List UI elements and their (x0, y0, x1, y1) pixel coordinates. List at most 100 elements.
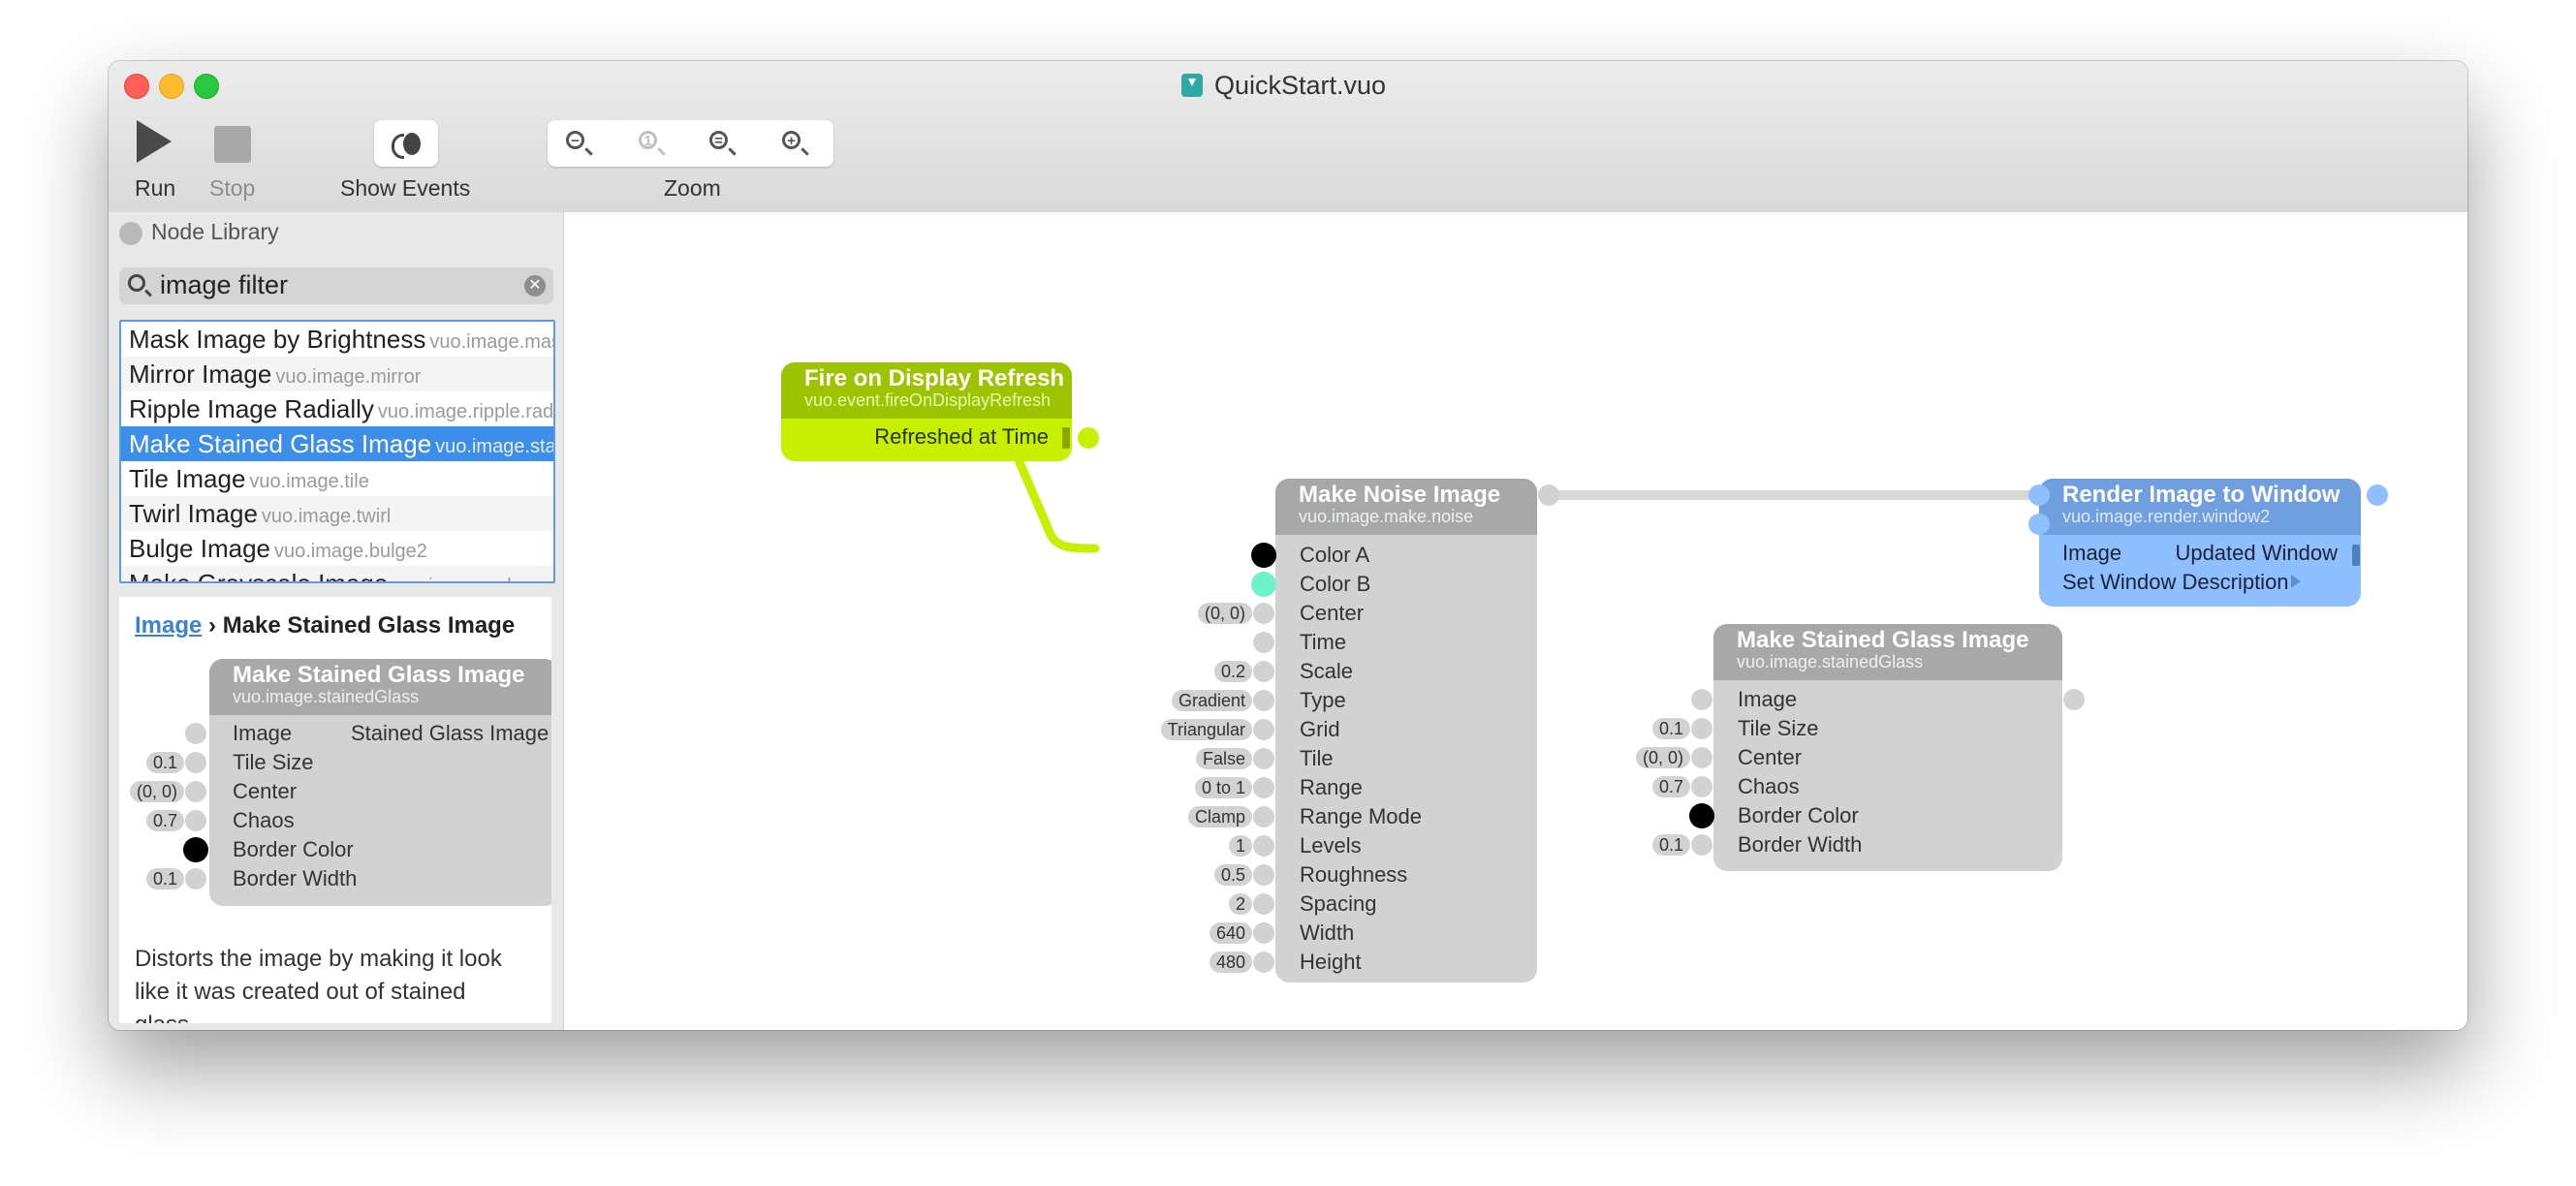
range-value[interactable]: 0 to 1 (1194, 777, 1252, 798)
node-header: Fire on Display Refresh vuo.event.fireOn… (781, 362, 1072, 419)
output-port-label: Stained Glass Image (351, 721, 550, 745)
chaos-value[interactable]: 0.7 (145, 810, 184, 831)
list-item-ripple-image-radially[interactable]: Ripple Image Radially vuo.image.ripple.ra… (121, 391, 553, 426)
doc-preview-node[interactable]: Make Stained Glass Image vuo.image.stain… (129, 659, 551, 906)
color-a-color-swatch[interactable] (1251, 543, 1276, 568)
list-item-class: vuo.image.twirl (261, 506, 392, 527)
render-image-input-port[interactable] (2028, 484, 2050, 506)
border-width-input-port[interactable] (185, 868, 206, 890)
fire-on-display-refresh-node[interactable]: Fire on Display Refresh vuo.event.fireOn… (781, 362, 1072, 461)
type-input-port[interactable] (1253, 690, 1274, 711)
expand-arrow-icon (2291, 575, 2301, 588)
border-width-value[interactable]: 0.1 (1651, 834, 1690, 856)
range-mode-input-port[interactable] (1253, 806, 1274, 827)
updated-window-output-port[interactable] (2367, 484, 2388, 506)
render-image-to-window-node[interactable]: Render Image to Window vuo.image.render.… (2039, 479, 2361, 607)
clear-search-icon[interactable]: ✕ (524, 275, 546, 296)
chaos-input-port[interactable] (1691, 776, 1712, 797)
scale-value[interactable]: 0.2 (1213, 661, 1252, 682)
refreshed-at-time-output-port[interactable] (1078, 427, 1099, 449)
list-item-class: vuo.image.mirror (275, 366, 422, 388)
center-input-port[interactable] (1691, 747, 1712, 768)
window-title: QuickStart.vuo (1181, 69, 1386, 102)
width-input-port[interactable] (1253, 922, 1274, 944)
levels-input-port[interactable] (1253, 835, 1274, 857)
list-item-make-grayscale-image[interactable]: Make Grayscale Imagevuo.image.color.gray… (121, 566, 553, 581)
chaos-port-label: Chaos (233, 808, 295, 832)
levels-port-label: Levels (1300, 833, 1362, 858)
roughness-input-port[interactable] (1253, 864, 1274, 886)
chaos-input-port[interactable] (185, 810, 206, 831)
zoom-out-button[interactable]: − (564, 129, 593, 158)
border-width-input-port[interactable] (1691, 834, 1712, 856)
center-value[interactable]: (0, 0) (1197, 603, 1252, 624)
levels-value[interactable]: 1 (1228, 835, 1252, 857)
border-color-color-swatch[interactable] (1689, 803, 1714, 828)
close-window-button[interactable] (124, 74, 149, 99)
height-input-port[interactable] (1253, 952, 1274, 973)
center-value[interactable]: (0, 0) (129, 781, 184, 802)
color-b-color-swatch[interactable] (1251, 572, 1276, 597)
node-description: Distorts the image by making it look lik… (135, 946, 502, 1023)
library-toggle-icon[interactable] (119, 222, 142, 245)
center-input-port[interactable] (185, 781, 206, 802)
grid-input-port[interactable] (1253, 719, 1274, 740)
actual-size-button[interactable]: 1 (637, 129, 666, 158)
border-color-color-swatch[interactable] (183, 837, 208, 862)
search-field[interactable]: image filter ✕ (119, 267, 553, 304)
trigger-port-bar (2352, 545, 2360, 566)
image-input-port[interactable] (1691, 689, 1712, 710)
center-value[interactable]: (0, 0) (1635, 747, 1690, 768)
tile-size-input-port[interactable] (1691, 718, 1712, 739)
color-b-port-label: Color B (1300, 572, 1371, 596)
time-input-port[interactable] (1253, 632, 1274, 653)
tile-size-input-port[interactable] (185, 752, 206, 773)
composition-canvas[interactable]: Fire on Display Refresh vuo.event.fireOn… (564, 212, 2467, 1030)
list-item-twirl-image[interactable]: Twirl Image vuo.image.twirl (121, 496, 553, 531)
search-input[interactable]: image filter (160, 270, 288, 300)
node-class: vuo.image.make.noise (1299, 507, 1474, 526)
trigger-port-bar (1062, 427, 1070, 449)
center-input-port[interactable] (1253, 603, 1274, 624)
spacing-value[interactable]: 2 (1228, 893, 1252, 915)
range-mode-value[interactable]: Clamp (1187, 806, 1252, 827)
list-item-make-stained-glass-image[interactable]: Make Stained Glass Imagevuo.image.staine… (121, 426, 553, 461)
node-header: Make Noise Image vuo.image.make.noise (1275, 479, 1537, 535)
list-item-bulge-image[interactable]: Bulge Image vuo.image.bulge2 (121, 531, 553, 566)
list-item-tile-image[interactable]: Tile Image vuo.image.tile (121, 461, 553, 496)
tile-size-value[interactable]: 0.1 (145, 752, 184, 773)
grid-port-label: Grid (1300, 717, 1340, 741)
roughness-value[interactable]: 0.5 (1213, 864, 1252, 886)
width-value[interactable]: 640 (1209, 922, 1252, 944)
list-item-mask-image-by-brightness[interactable]: Mask Image by Brightnessvuo.image.mask.b… (121, 322, 553, 357)
border-width-value[interactable]: 0.1 (145, 868, 184, 890)
node-class: vuo.image.render.window2 (2062, 507, 2271, 526)
list-item-title: Mirror Image (129, 359, 272, 389)
set-window-description-input-port[interactable] (2028, 514, 2050, 535)
tile-value[interactable]: False (1195, 748, 1252, 769)
tile-size-value[interactable]: 0.1 (1651, 718, 1690, 739)
zoom-to-fit-button[interactable]: = (707, 129, 737, 158)
spacing-input-port[interactable] (1253, 893, 1274, 915)
minimize-window-button[interactable] (159, 74, 184, 99)
image-input-port[interactable] (185, 723, 206, 744)
height-value[interactable]: 480 (1209, 952, 1252, 973)
node-title: Render Image to Window (2062, 482, 2340, 508)
maximize-window-button[interactable] (194, 74, 219, 99)
stop-label: Stop (209, 175, 256, 201)
chaos-value[interactable]: 0.7 (1651, 776, 1690, 797)
stained-glass-output-port[interactable] (2063, 689, 2085, 710)
noise-image-output-port[interactable] (1538, 484, 1559, 506)
node-list[interactable]: Mask Image by Brightnessvuo.image.mask.b… (119, 320, 555, 583)
range-input-port[interactable] (1253, 777, 1274, 798)
zoom-in-button[interactable]: + (780, 129, 809, 158)
tile-input-port[interactable] (1253, 748, 1274, 769)
type-value[interactable]: Gradient (1171, 690, 1252, 711)
scale-input-port[interactable] (1253, 661, 1274, 682)
breadcrumb-link-image[interactable]: Image (135, 612, 202, 639)
grid-value[interactable]: Triangular (1160, 719, 1252, 740)
list-item-class: vuo.image.stainedGlass (435, 436, 553, 457)
spacing-port-label: Spacing (1300, 891, 1377, 916)
list-item-mirror-image[interactable]: Mirror Image vuo.image.mirror (121, 357, 553, 391)
image-port-label: Image (233, 721, 293, 745)
